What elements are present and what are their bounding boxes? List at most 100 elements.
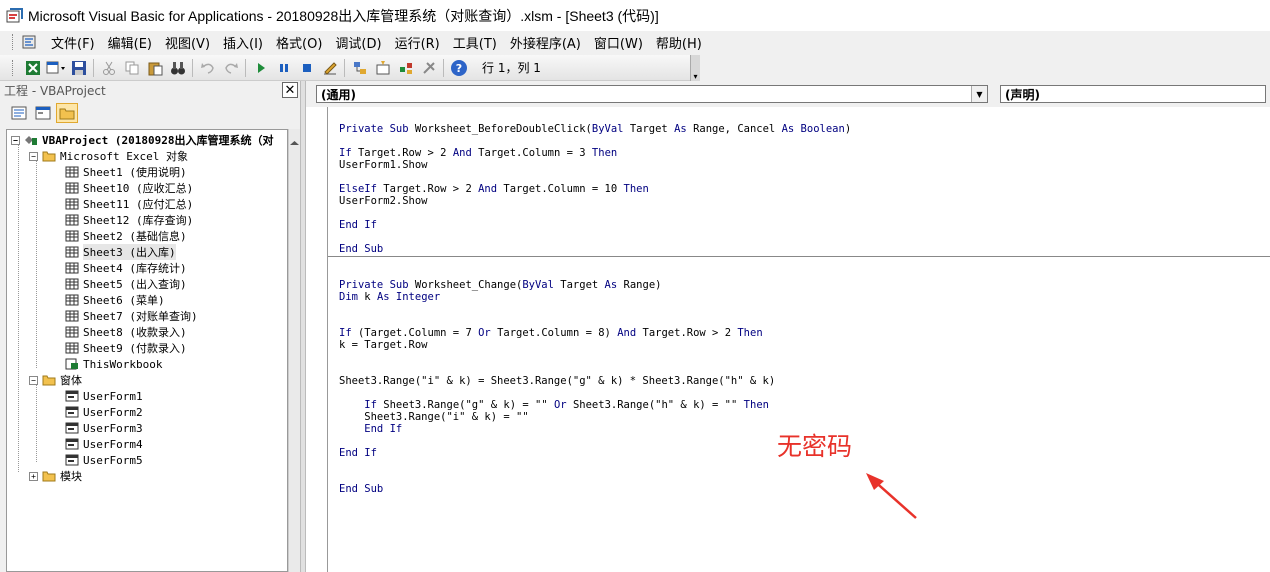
menu-grip[interactable] — [12, 34, 15, 50]
excel-view-button[interactable] — [21, 57, 44, 79]
design-mode-button[interactable] — [318, 57, 341, 79]
cut-button[interactable] — [97, 57, 120, 79]
find-button[interactable] — [166, 57, 189, 79]
keyword: As — [674, 123, 687, 135]
tree-sheet[interactable]: Sheet5 (出入查询) — [65, 276, 187, 292]
menu-help[interactable]: 帮助(H) — [650, 31, 709, 54]
code-text: ) — [844, 123, 852, 135]
toolbox-button[interactable] — [417, 57, 440, 79]
tree-form[interactable]: UserForm1 — [65, 388, 143, 404]
menu-file[interactable]: 文件(F) — [45, 31, 102, 54]
vba-menu-icon[interactable] — [21, 34, 37, 50]
run-button[interactable] — [249, 57, 272, 79]
project-scrollbar[interactable] — [288, 129, 300, 572]
menu-insert[interactable]: 插入(I) — [217, 31, 270, 54]
view-object-button[interactable] — [32, 103, 54, 123]
menu-format[interactable]: 格式(O) — [270, 31, 329, 54]
menu-edit[interactable]: 编辑(E) — [102, 31, 159, 54]
project-explorer-button[interactable] — [348, 57, 371, 79]
keyword: ByVal — [591, 123, 624, 135]
help-button[interactable]: ? — [447, 57, 470, 79]
toolbar-grip[interactable] — [12, 59, 15, 76]
menu-debug[interactable]: 调试(D) — [329, 31, 388, 54]
tree-root[interactable]: − VBAProject (20180928出入库管理系统（对 — [11, 132, 273, 148]
tree-folder-excel[interactable]: − Microsoft Excel 对象 — [29, 148, 188, 164]
project-explorer: 工程 - VBAProject ✕ − VBAProject (20180928… — [0, 81, 300, 572]
collapse-icon[interactable]: − — [11, 135, 20, 145]
tree-sheet[interactable]: Sheet11 (应付汇总) — [65, 196, 193, 212]
object-browser-button[interactable] — [394, 57, 417, 79]
object-combo[interactable]: (通用) ▼ — [316, 85, 988, 103]
keyword: Then — [737, 327, 763, 339]
tree-sheet[interactable]: Sheet10 (应收汇总) — [65, 180, 193, 196]
properties-button[interactable] — [371, 57, 394, 79]
collapse-icon[interactable]: − — [29, 151, 38, 161]
keyword: Private Sub — [339, 279, 409, 291]
code-text: Target.Row > 2 — [357, 147, 447, 159]
tree-sheet[interactable]: Sheet2 (基础信息) — [65, 228, 187, 244]
userform-icon — [65, 406, 79, 418]
tree-sheet[interactable]: Sheet9 (付款录入) — [65, 340, 187, 356]
redo-button[interactable] — [219, 57, 242, 79]
copy-button[interactable] — [120, 57, 143, 79]
menu-addins[interactable]: 外接程序(A) — [504, 31, 588, 54]
tree-workbook[interactable]: ThisWorkbook — [65, 356, 162, 372]
tree-sheet[interactable]: Sheet6 (菜单) — [65, 292, 165, 308]
tree-form[interactable]: UserForm5 — [65, 452, 143, 468]
code-line: End Sub — [339, 483, 384, 495]
code-line: ElseIf Target.Row > 2 And Target.Column … — [339, 183, 649, 195]
close-icon: ✕ — [284, 82, 296, 98]
code-line: UserForm2.Show — [339, 195, 428, 207]
title-bar: Microsoft Visual Basic for Applications … — [0, 0, 1270, 31]
keyword: If — [339, 327, 352, 339]
code-margin[interactable] — [306, 107, 328, 572]
tree-sheet[interactable]: Sheet7 (对账单查询) — [65, 308, 198, 324]
code-text: k — [364, 291, 371, 303]
tree-sheet[interactable]: Sheet8 (收款录入) — [65, 324, 187, 340]
paste-button[interactable] — [143, 57, 166, 79]
tree-sheet-selected[interactable]: Sheet3 (出入库) — [65, 244, 176, 260]
save-button[interactable] — [67, 57, 90, 79]
code-line: If Target.Row > 2 And Target.Column = 3 … — [339, 147, 617, 159]
form-label: UserForm1 — [83, 389, 143, 403]
collapse-icon[interactable]: − — [29, 375, 38, 385]
scroll-up-icon[interactable] — [290, 141, 299, 145]
folder-icon — [42, 471, 56, 482]
menu-tools[interactable]: 工具(T) — [447, 31, 504, 54]
tree-form[interactable]: UserForm2 — [65, 404, 143, 420]
menu-view[interactable]: 视图(V) — [159, 31, 217, 54]
tree-sheet[interactable]: Sheet1 (使用说明) — [65, 164, 187, 180]
tree-sheet[interactable]: Sheet4 (库存统计) — [65, 260, 187, 276]
reset-button[interactable] — [295, 57, 318, 79]
insert-dropdown-button[interactable] — [44, 57, 67, 79]
dropdown-arrow-icon[interactable]: ▼ — [971, 86, 987, 102]
code-line: End If — [339, 447, 377, 459]
sheet-icon — [65, 166, 79, 178]
tree-form[interactable]: UserForm4 — [65, 436, 143, 452]
undo-button[interactable] — [196, 57, 219, 79]
menu-window[interactable]: 窗口(W) — [588, 31, 650, 54]
tree-form[interactable]: UserForm3 — [65, 420, 143, 436]
sheet-label: Sheet5 (出入查询) — [83, 278, 187, 291]
menu-run[interactable]: 运行(R) — [389, 31, 447, 54]
toolbar-options-button[interactable]: ▾ — [690, 54, 700, 81]
expand-icon[interactable]: + — [29, 471, 38, 481]
code-editor[interactable]: Private Sub Worksheet_BeforeDoubleClick(… — [328, 107, 1270, 572]
procedure-combo[interactable]: (声明) — [1000, 85, 1266, 103]
code-text: Target — [560, 279, 599, 291]
break-button[interactable] — [272, 57, 295, 79]
tree-folder-forms[interactable]: − 窗体 — [29, 372, 82, 388]
close-project-button[interactable]: ✕ — [282, 82, 298, 98]
form-label: UserForm2 — [83, 405, 143, 419]
code-line: End If — [339, 423, 403, 435]
toggle-folders-button[interactable] — [56, 103, 78, 123]
code-text: Target.Row > 2 — [383, 183, 472, 195]
tree-folder-modules[interactable]: + 模块 — [29, 468, 82, 484]
tree-sheet[interactable]: Sheet12 (库存查询) — [65, 212, 193, 228]
sheet-label: Sheet2 (基础信息) — [83, 230, 187, 243]
cursor-position: 行 1，列 1 — [482, 61, 541, 75]
view-code-button[interactable] — [8, 103, 30, 123]
code-line: Private Sub Worksheet_Change(ByVal Targe… — [339, 279, 661, 291]
pause-icon — [279, 63, 288, 72]
sheet-label: Sheet12 (库存查询) — [83, 214, 194, 227]
